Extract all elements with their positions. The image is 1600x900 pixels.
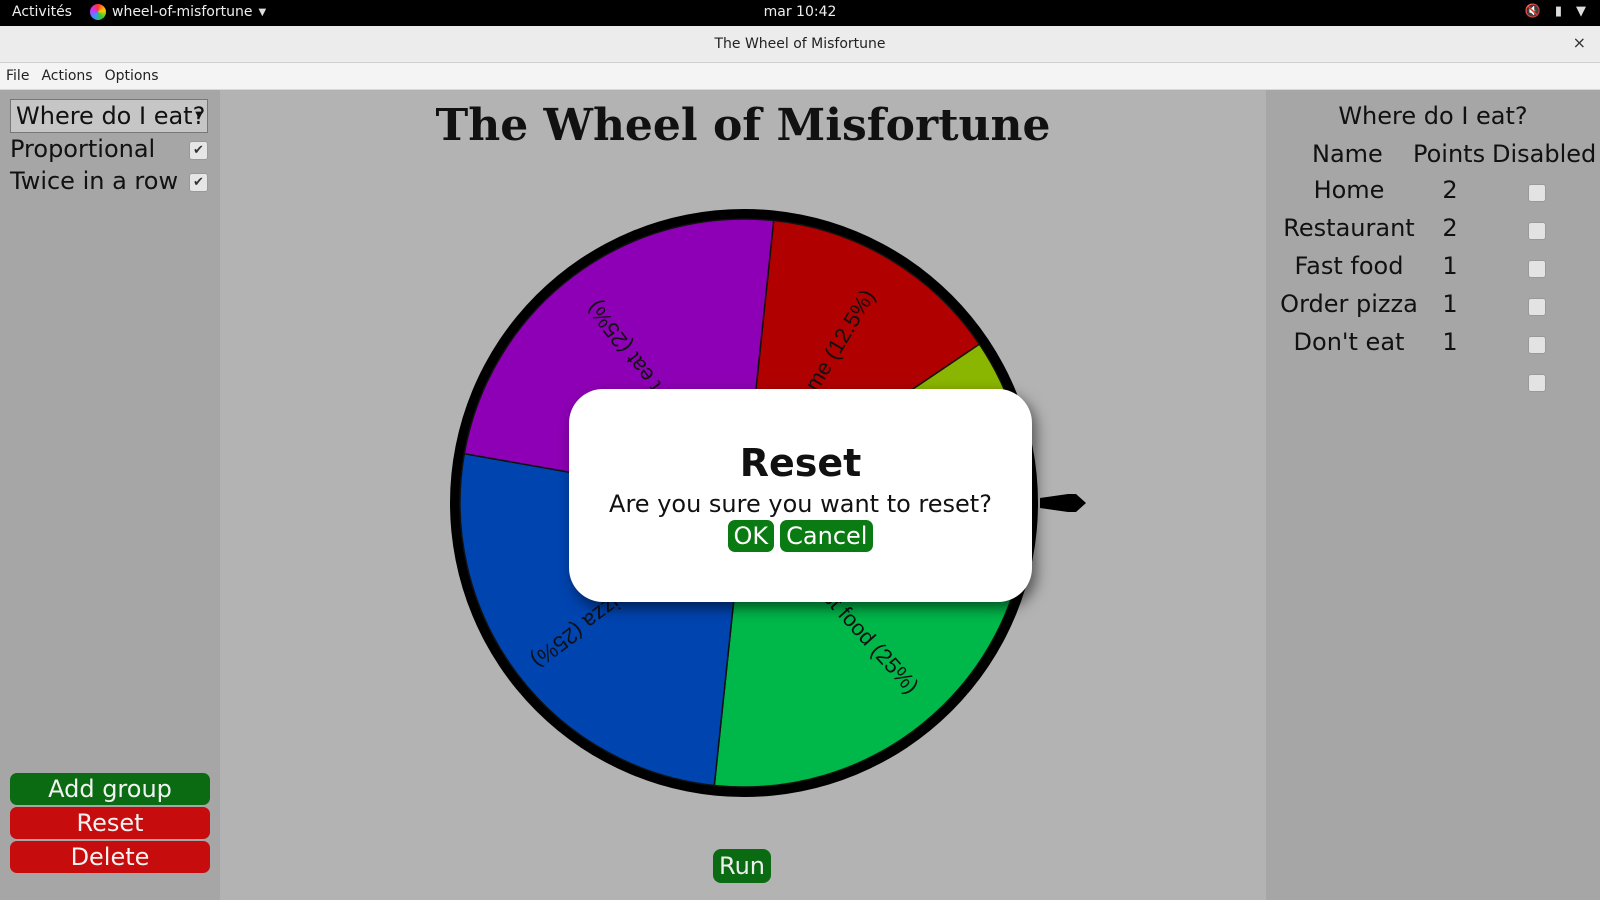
table-row: Restaurant 2 <box>1266 214 1600 250</box>
left-panel: Where do I eat? ▼ Proportional ✔ Twice i… <box>0 90 220 900</box>
group-select-value: Where do I eat? <box>16 102 206 130</box>
battery-icon: ▮ <box>1554 4 1562 19</box>
table-row: Order pizza 1 <box>1266 290 1600 326</box>
window-title: The Wheel of Misfortune <box>714 36 886 52</box>
disabled-checkbox[interactable] <box>1528 260 1546 278</box>
system-tray[interactable]: 🔇 ▮ ▼ <box>1525 4 1586 19</box>
right-panel: Where do I eat? Name Points Disabled Hom… <box>1266 90 1600 900</box>
delete-button[interactable]: Delete <box>10 841 210 873</box>
app-menu-button[interactable]: wheel-of-misfortune ▼ <box>90 4 266 20</box>
app-logo-icon <box>90 4 106 20</box>
column-header-points: Points <box>1413 140 1486 168</box>
chevron-down-icon: ▼ <box>195 110 203 121</box>
speaker-muted-icon: 🔇 <box>1524 4 1541 19</box>
disabled-checkbox[interactable] <box>1528 298 1546 316</box>
app-name: wheel-of-misfortune <box>112 4 253 20</box>
dialog-message: Are you sure you want to reset? <box>609 490 992 518</box>
twice-in-a-row-checkbox[interactable]: ✔ <box>189 173 208 192</box>
dialog-title: Reset <box>739 441 862 485</box>
menubar: File Actions Options <box>0 63 1600 90</box>
reset-button[interactable]: Reset <box>10 807 210 839</box>
table-row-new <box>1266 366 1600 402</box>
reset-dialog: Reset Are you sure you want to reset? OK… <box>569 389 1032 602</box>
chevron-down-icon: ▼ <box>258 6 267 18</box>
option-label: Twice in a row <box>10 167 179 195</box>
group-title: Where do I eat? <box>1338 102 1528 130</box>
add-group-button[interactable]: Add group <box>10 773 210 805</box>
table-row: Home 2 <box>1266 176 1600 212</box>
item-points[interactable]: 1 <box>1400 252 1500 280</box>
item-points[interactable]: 1 <box>1400 328 1500 356</box>
item-points[interactable]: 2 <box>1400 176 1500 204</box>
cancel-button[interactable]: Cancel <box>780 520 874 552</box>
system-topbar: Activités wheel-of-misfortune ▼ mar 10:4… <box>0 0 1600 26</box>
menu-options[interactable]: Options <box>99 63 165 89</box>
group-select[interactable]: Where do I eat? ▼ <box>10 99 208 133</box>
disabled-checkbox[interactable] <box>1528 336 1546 354</box>
column-header-name: Name <box>1312 140 1383 168</box>
ok-button[interactable]: OK <box>727 520 775 552</box>
disabled-checkbox[interactable] <box>1528 184 1546 202</box>
item-points[interactable]: 1 <box>1400 290 1500 318</box>
disabled-checkbox[interactable] <box>1528 374 1546 392</box>
option-label: Proportional <box>10 135 156 163</box>
run-button[interactable]: Run <box>713 849 771 883</box>
window-titlebar: The Wheel of Misfortune × <box>0 26 1600 63</box>
item-points[interactable]: 2 <box>1400 214 1500 242</box>
activities-button[interactable]: Activités <box>12 4 72 20</box>
option-twice-in-a-row[interactable]: Twice in a row ✔ <box>10 167 210 199</box>
table-row: Fast food 1 <box>1266 252 1600 288</box>
menu-actions[interactable]: Actions <box>35 63 98 89</box>
table-row: Don't eat 1 <box>1266 328 1600 364</box>
wheel-pointer <box>1040 494 1086 512</box>
menu-file[interactable]: File <box>0 63 35 89</box>
close-window-button[interactable]: × <box>1573 33 1586 52</box>
proportional-checkbox[interactable]: ✔ <box>189 141 208 160</box>
option-proportional[interactable]: Proportional ✔ <box>10 135 210 167</box>
column-header-disabled: Disabled <box>1492 140 1597 168</box>
system-menu-caret-icon: ▼ <box>1576 4 1586 19</box>
dialog-buttons: OK Cancel <box>569 520 1032 552</box>
disabled-checkbox[interactable] <box>1528 222 1546 240</box>
